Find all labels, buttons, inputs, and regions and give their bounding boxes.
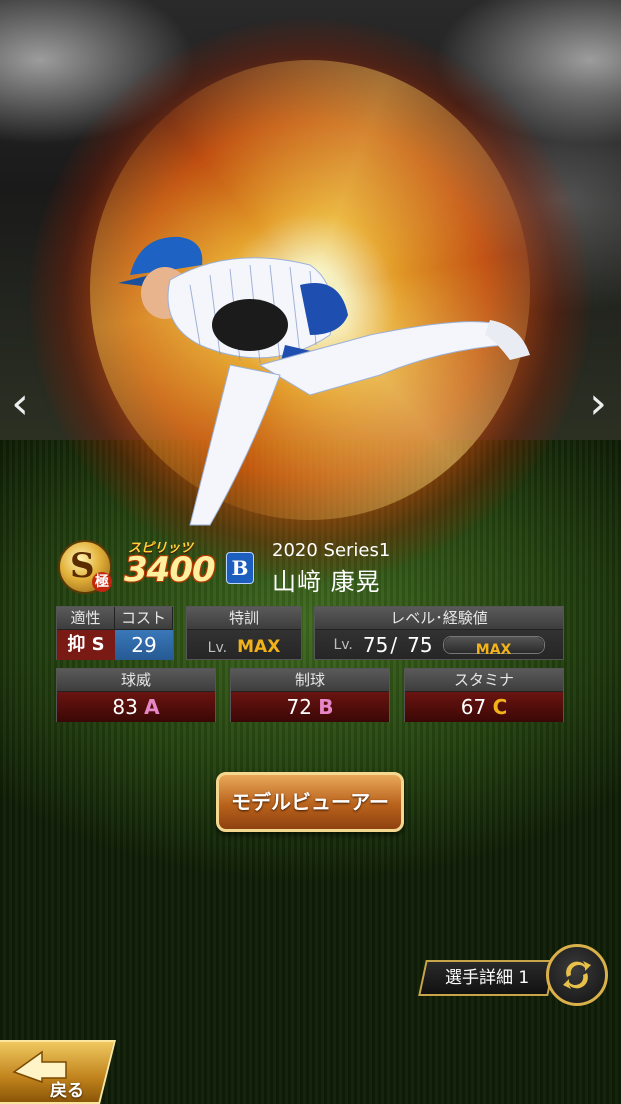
training-box: 特訓 Lv. MAX xyxy=(186,606,302,660)
player-detail-label: 選手詳細 1 xyxy=(444,968,530,988)
rank-badge-icon: S 極 xyxy=(58,540,112,594)
stat-label: 制球 xyxy=(231,669,389,692)
spirit-value: 3400 xyxy=(124,550,216,590)
cost-label: コスト xyxy=(115,607,173,630)
back-label: 戻る xyxy=(50,1081,84,1101)
player-image xyxy=(118,236,530,526)
level-max: 75 xyxy=(407,633,433,657)
stat-label: スタミナ xyxy=(405,669,563,692)
training-lv-prefix: Lv. xyxy=(207,640,228,656)
model-viewer-button[interactable]: モデルビューアー xyxy=(216,772,404,832)
aptitude-cost-box: 適性 抑 S コスト 29 xyxy=(56,606,174,660)
stat-control: 制球 72 B xyxy=(230,668,390,722)
stat-label: 球威 xyxy=(57,669,215,692)
aptitude-value: 抑 S xyxy=(57,630,115,660)
back-button[interactable]: 戻る xyxy=(0,1040,116,1104)
exp-bar: MAX xyxy=(442,636,545,658)
level-current: 75 xyxy=(362,633,389,657)
stat-value: 67 xyxy=(460,695,487,719)
level-separator: / xyxy=(390,633,398,657)
level-lv-prefix: Lv. xyxy=(333,637,353,653)
swap-arrows-icon[interactable] xyxy=(546,944,608,1006)
stat-grade: C xyxy=(492,695,508,719)
cost-value: 29 xyxy=(115,630,173,660)
exp-max-label: MAX xyxy=(475,642,512,658)
stat-grade: B xyxy=(318,695,334,719)
stat-stamina: スタミナ 67 C xyxy=(404,668,564,722)
stat-grade: A xyxy=(144,695,160,719)
aptitude-col: 適性 抑 S xyxy=(57,607,115,660)
team-logo-letter: B xyxy=(231,556,249,580)
team-logo-icon: B xyxy=(226,552,254,584)
training-label: 特訓 xyxy=(187,607,301,630)
rank-sub: 極 xyxy=(92,572,112,592)
series-label: 2020 Series1 xyxy=(272,540,391,561)
next-player-arrow[interactable]: › xyxy=(586,380,610,428)
training-value: MAX xyxy=(237,637,281,657)
level-box: レベル･経験値 Lv. 75/75 MAX xyxy=(314,606,564,660)
stat-value: 83 xyxy=(112,695,138,719)
prev-player-arrow[interactable]: ‹ xyxy=(8,380,32,428)
stat-value: 72 xyxy=(286,695,312,719)
rank-letter: S xyxy=(70,546,95,586)
player-detail-button[interactable]: 選手詳細 1 xyxy=(418,960,556,996)
cost-col: コスト 29 xyxy=(115,607,173,660)
level-label: レベル･経験値 xyxy=(315,607,563,630)
aptitude-label: 適性 xyxy=(57,607,115,630)
stat-velocity: 球威 83 A xyxy=(56,668,216,722)
player-name: 山﨑 康晃 xyxy=(272,568,381,596)
